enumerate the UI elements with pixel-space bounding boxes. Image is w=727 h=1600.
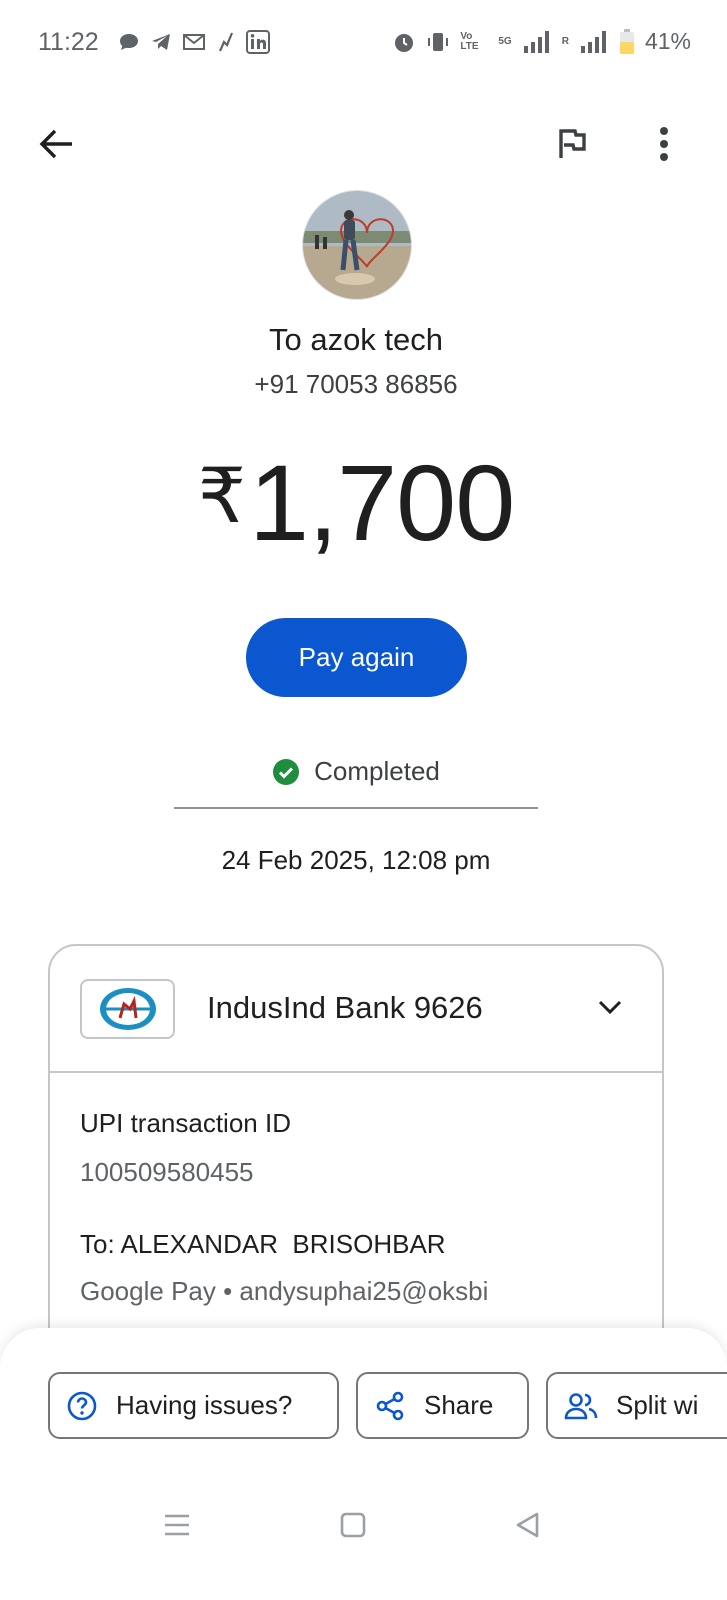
square-icon [340,1512,366,1538]
linkedin-icon [246,30,270,54]
status-time: 11:22 [38,28,99,56]
bank-name: IndusInd Bank 9626 [207,990,483,1025]
recipient-phone: +91 70053 86856 [254,369,458,399]
vibrate-icon [428,32,449,51]
recipient-avatar [302,190,412,300]
status-bar: 11:22 Vo LTE 5G R 41% [0,0,727,86]
txn-id-label: UPI transaction ID [80,1108,291,1138]
recipient-name: To azok tech [268,322,444,357]
signal-icon [523,30,549,53]
pay-again-button[interactable]: Pay again [246,618,467,697]
alarm-icon [395,33,414,52]
battery-percent: 41% [644,28,691,54]
check-circle-icon [273,758,300,785]
help-icon [67,1391,97,1420]
currency-symbol: ₹ [197,454,246,539]
recent-apps-button[interactable] [152,1500,202,1550]
share-icon [376,1391,404,1420]
more-vert-icon [660,127,668,161]
having-issues-label: Having issues? [116,1390,293,1420]
chevron-down-icon[interactable] [595,992,625,1022]
amount: ₹1,700 [0,440,712,565]
telegram-icon [152,34,170,50]
share-label: Share [424,1390,494,1420]
app-icon [218,32,234,52]
menu-icon [165,1514,189,1536]
home-button[interactable] [328,1500,378,1550]
split-button[interactable]: Split wi [546,1372,727,1439]
network-label: 5G [498,35,512,47]
transaction-datetime: 24 Feb 2025, 12:08 pm [221,845,491,875]
status-right: Vo LTE 5G R 41% [392,28,691,55]
arrow-left-icon [39,129,72,159]
group-icon [564,1392,598,1419]
roaming-label: R [561,35,569,47]
triangle-back-icon [516,1512,539,1538]
amount-value: 1,700 [249,442,515,563]
txn-id-value: 100509580455 [80,1157,254,1187]
share-button[interactable]: Share [356,1372,529,1439]
status-text: Completed [314,756,440,786]
signal-icon-2 [580,30,606,53]
report-button[interactable] [550,120,594,168]
more-options-button[interactable] [644,118,684,170]
status-row: Completed [0,756,712,787]
back-button[interactable] [30,118,82,170]
payee-name: To: ALEXANDAR BRISOHBAR [80,1229,446,1259]
chat-icon [120,34,138,50]
payee-upi: Google Pay • andysuphai25@oksbi [80,1276,489,1306]
system-back-button[interactable] [502,1500,552,1550]
system-nav-bar [0,1490,727,1560]
bank-row[interactable]: IndusInd Bank 9626 [50,946,662,1073]
volte-label: Vo LTE [460,30,479,52]
notification-icons [118,30,270,54]
split-label: Split wi [616,1390,699,1420]
bank-logo [80,979,175,1039]
gmail-icon [183,34,205,50]
having-issues-button[interactable]: Having issues? [48,1372,339,1439]
battery-icon [619,28,634,54]
divider [174,807,538,809]
flag-icon [559,129,586,158]
